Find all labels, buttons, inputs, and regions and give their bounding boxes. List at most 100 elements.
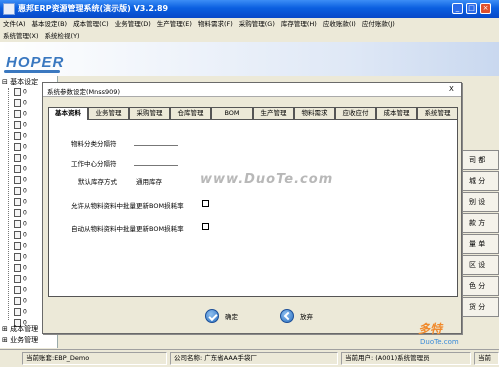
workcenter-separator-input[interactable] xyxy=(134,157,178,166)
shortcut-button[interactable]: 色 分 xyxy=(462,276,499,296)
cancel-button-label: 放弃 xyxy=(300,313,313,321)
document-icon xyxy=(14,132,21,140)
tree-item-label: 0 xyxy=(23,88,27,96)
tab-panel-basic-data: 物料分类分隔符 工作中心分隔符 默认库存方式 通用库存 允许从物料资料中批量更新… xyxy=(48,119,458,297)
allow-bom-update-checkbox[interactable] xyxy=(202,200,209,207)
window-title: 惠邦ERP资源管理系统(演示版) V3.2.89 xyxy=(18,4,169,13)
title-bar: 惠邦ERP资源管理系统(演示版) V3.2.89 _ □ × xyxy=(0,0,499,18)
tree-item-label: 0 xyxy=(23,121,27,129)
system-parameters-dialog: 系统参数设定(Mnss909) X 基本资料 业务管理 采购管理 仓库管理 BO… xyxy=(42,82,462,334)
tree-item-label: 0 xyxy=(23,132,27,140)
document-icon xyxy=(14,275,21,283)
auto-bom-update-label: 自动从物料资料中批量更新BOM损耗率 xyxy=(71,225,184,233)
tab-system-management[interactable]: 系统管理 xyxy=(417,107,458,119)
tree-item-label: 0 xyxy=(23,297,27,305)
menu-system-management[interactable]: 系统管理(X) xyxy=(0,30,42,42)
site-watermark: www.DuoTe.com xyxy=(200,172,334,187)
tab-warehouse-management[interactable]: 仓库管理 xyxy=(170,107,211,119)
auto-bom-update-checkbox[interactable] xyxy=(202,223,209,230)
ok-button-label: 确定 xyxy=(225,313,238,321)
tab-basic-data[interactable]: 基本资料 xyxy=(48,107,88,120)
tree-item-label: 0 xyxy=(23,308,27,316)
tree-item-label: 0 xyxy=(23,110,27,118)
tree-item-label: 0 xyxy=(23,286,27,294)
tab-material-requirements[interactable]: 物料需求 xyxy=(294,107,335,119)
document-icon xyxy=(14,231,21,239)
document-icon xyxy=(14,220,21,228)
menu-basic-settings[interactable]: 基本设定(B) xyxy=(29,18,71,30)
document-icon xyxy=(14,176,21,184)
tree-item-label: 0 xyxy=(23,99,27,107)
tree-item-label: 0 xyxy=(23,187,27,195)
shortcut-button[interactable]: 款 方 xyxy=(462,213,499,233)
logo-swoosh xyxy=(4,70,60,73)
menu-business-management[interactable]: 业务管理(D) xyxy=(112,18,154,30)
shortcut-button[interactable]: 城 分 xyxy=(462,171,499,191)
document-icon xyxy=(14,297,21,305)
menu-file[interactable]: 文件(A) xyxy=(0,18,29,30)
document-icon xyxy=(14,110,21,118)
material-separator-input[interactable] xyxy=(134,137,178,146)
minimize-button[interactable]: _ xyxy=(452,3,463,14)
menu-material-requirements[interactable]: 物料需求(F) xyxy=(195,18,236,30)
document-icon xyxy=(14,264,21,272)
menu-inventory-management[interactable]: 库存管理(H) xyxy=(278,18,320,30)
menu-bar: 文件(A) 基本设定(B) 成本管理(C) 业务管理(D) 生产管理(E) 物料… xyxy=(0,18,499,42)
inventory-mode-select[interactable]: 通用库存 xyxy=(136,176,162,186)
status-user: 当前用户: (A001)系统管理员 xyxy=(341,352,471,365)
tree-root-label: 基本设定 xyxy=(10,78,39,86)
menu-production-management[interactable]: 生产管理(E) xyxy=(154,18,195,30)
menu-receivables[interactable]: 应收账款(I) xyxy=(320,18,359,30)
document-icon xyxy=(14,242,21,250)
shortcut-button[interactable]: 区 设 xyxy=(462,255,499,275)
ok-button[interactable]: 确定 xyxy=(205,308,238,324)
document-icon xyxy=(14,198,21,206)
tree-item-label: 0 xyxy=(23,165,27,173)
tree-item-label: 0 xyxy=(23,220,27,228)
close-window-button[interactable]: × xyxy=(480,3,491,14)
maximize-button[interactable]: □ xyxy=(466,3,477,14)
tree-item-label: 0 xyxy=(23,264,27,272)
shortcut-button[interactable]: 别 设 xyxy=(462,192,499,212)
tree-root-basic-settings[interactable]: ⊟ 基本设定 xyxy=(2,77,38,87)
document-icon xyxy=(14,286,21,294)
menu-payables[interactable]: 应付账款(J) xyxy=(359,18,398,30)
dialog-close-button[interactable]: X xyxy=(449,85,454,93)
tree-node-business-management[interactable]: ⊞ 业务管理 xyxy=(2,335,38,345)
allow-bom-update-label: 允许从物料资料中批量更新BOM损耗率 xyxy=(71,202,184,210)
shortcut-button[interactable]: 货 分 xyxy=(462,297,499,317)
tree-item-label: 0 xyxy=(23,275,27,283)
tree-item-label: 0 xyxy=(23,198,27,206)
tab-receivables-payables[interactable]: 应收应付 xyxy=(335,107,376,119)
inventory-mode-label: 默认库存方式 xyxy=(78,178,117,186)
tree-node-label: 业务管理 xyxy=(10,336,39,344)
document-icon xyxy=(14,99,21,107)
tab-cost-management[interactable]: 成本管理 xyxy=(376,107,417,119)
checkmark-icon xyxy=(205,309,219,323)
right-shortcut-strip: 司 都 城 分 别 设 款 方 量 单 区 设 色 分 货 分 xyxy=(462,150,499,318)
tree-item-label: 0 xyxy=(23,143,27,151)
tab-production-management[interactable]: 生产管理 xyxy=(253,107,294,119)
tree-connector xyxy=(8,88,9,320)
erp-app-window: 惠邦ERP资源管理系统(演示版) V3.2.89 _ □ × 文件(A) 基本设… xyxy=(0,0,499,367)
menu-purchase-management[interactable]: 采购管理(G) xyxy=(236,18,278,30)
document-icon xyxy=(14,209,21,217)
shortcut-button[interactable]: 司 都 xyxy=(462,150,499,170)
document-icon xyxy=(14,253,21,261)
tree-node-cost-management[interactable]: ⊞ 成本管理 xyxy=(2,324,38,334)
tree-item-label: 0 xyxy=(23,154,27,162)
document-icon xyxy=(14,88,21,96)
tab-bom[interactable]: BOM xyxy=(211,107,253,119)
menu-system-view[interactable]: 系统检视(Y) xyxy=(42,30,83,42)
status-account: 当前账套:EBP_Demo xyxy=(22,352,167,365)
tree-item-label: 0 xyxy=(23,231,27,239)
cancel-button[interactable]: 放弃 xyxy=(280,308,313,324)
menu-cost-management[interactable]: 成本管理(C) xyxy=(70,18,112,30)
workcenter-separator-label: 工作中心分隔符 xyxy=(71,160,117,168)
tab-business-management[interactable]: 业务管理 xyxy=(88,107,129,119)
shortcut-button[interactable]: 量 单 xyxy=(462,234,499,254)
tree-item-label: 0 xyxy=(23,242,27,250)
brand-watermark-sub: DuoTe.com xyxy=(420,338,459,346)
tab-purchase-management[interactable]: 采购管理 xyxy=(129,107,170,119)
menu-row-system: 系统管理(X) 系统检视(Y) xyxy=(0,30,83,42)
